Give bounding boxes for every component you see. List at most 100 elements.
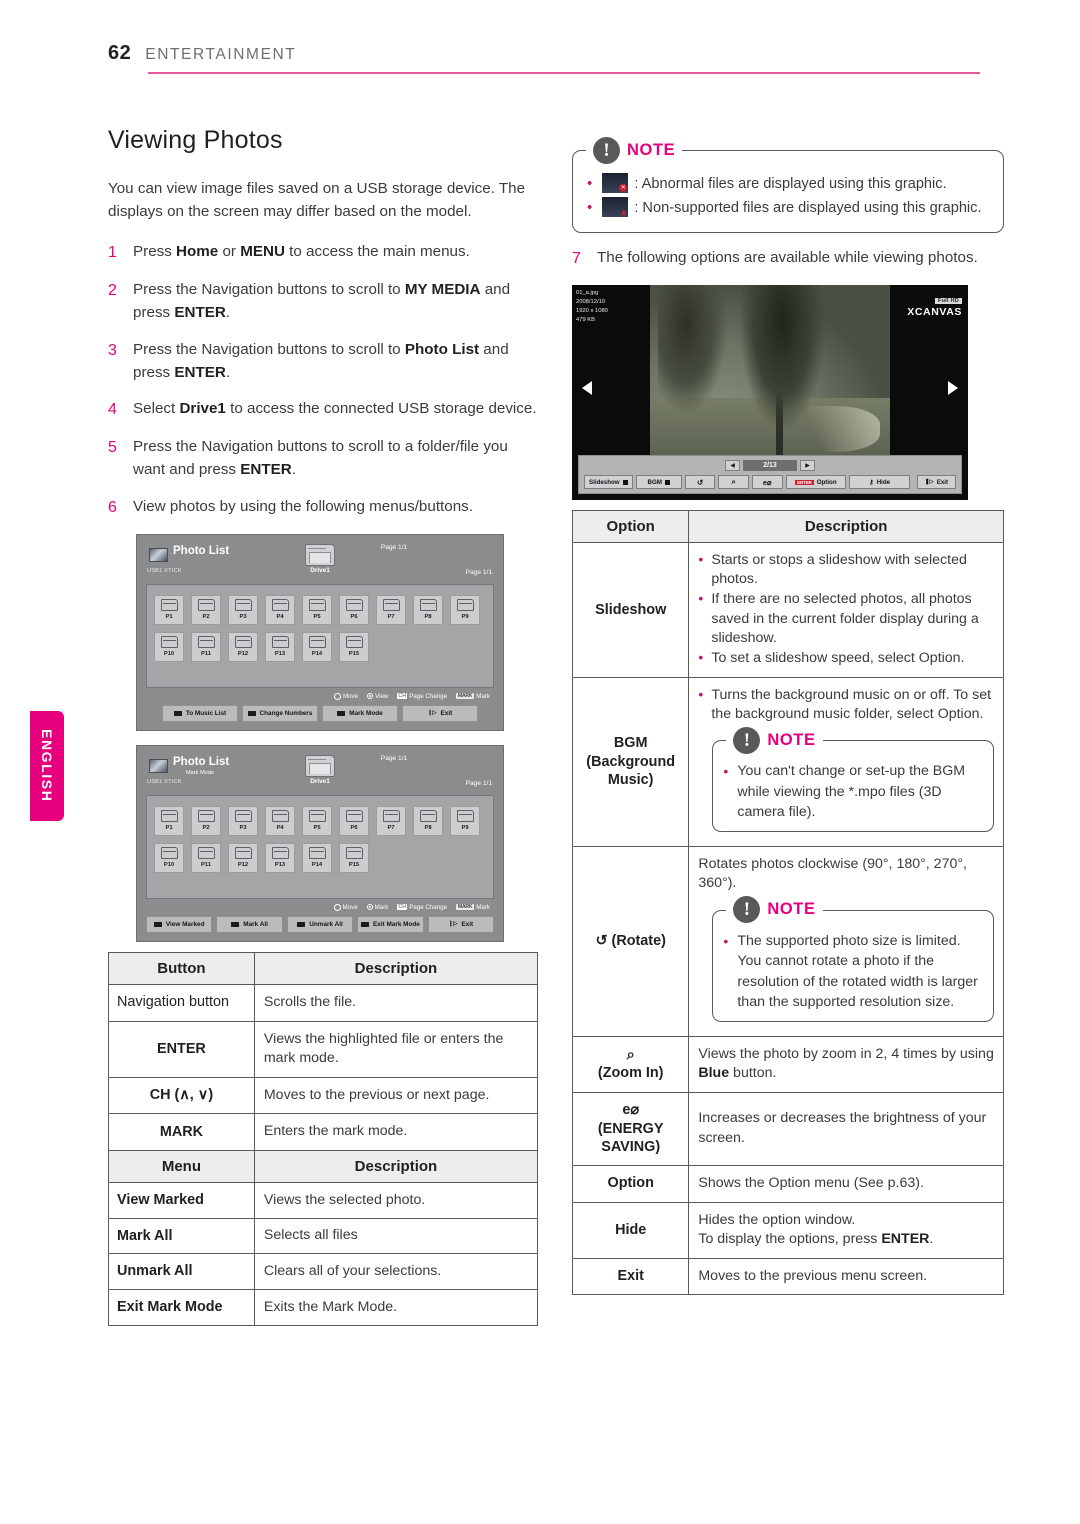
tv-soft-button[interactable]: ❙▷ Exit bbox=[402, 704, 478, 722]
photo-list-hints-2: Move Mark CH Page Change MARK Mark bbox=[146, 899, 494, 916]
viewer-button-rotate-icon[interactable]: ↺ bbox=[684, 475, 716, 489]
viewer-button-exit[interactable]: ❚▷ Exit bbox=[917, 475, 956, 489]
photo-thumbnail[interactable]: P14 bbox=[302, 842, 332, 873]
tv-soft-button[interactable]: Mark Mode bbox=[322, 704, 398, 722]
photo-thumbnail[interactable]: P9 bbox=[450, 805, 480, 836]
table-header-row: Button Description bbox=[108, 951, 539, 985]
row-value: Views the selected photo. bbox=[253, 1181, 539, 1219]
photo-thumbnail[interactable]: P4 bbox=[265, 805, 295, 836]
hint-item: CH Page Change bbox=[397, 904, 447, 911]
pager-next-button[interactable]: ▶ bbox=[800, 460, 815, 471]
photo-thumbnail[interactable]: P6 bbox=[339, 594, 369, 625]
photo-thumbnail[interactable]: P2 bbox=[191, 805, 221, 836]
tv-soft-button[interactable]: Exit Mark Mode bbox=[357, 915, 424, 933]
viewer-button-zoom-in-icon[interactable]: ⌕ bbox=[718, 475, 749, 489]
viewer-button-slideshow[interactable]: Slideshow bbox=[584, 475, 633, 489]
row-key: Exit bbox=[571, 1257, 690, 1296]
step-text: Press the Navigation buttons to scroll t… bbox=[133, 340, 509, 381]
folder-icon bbox=[160, 809, 178, 822]
tv-soft-button[interactable]: Change Numbers bbox=[242, 704, 318, 722]
folder-icon bbox=[197, 598, 215, 611]
photo-thumbnail[interactable]: P15 bbox=[339, 842, 369, 873]
row-text: Views the photo by zoom in 2, 4 times by… bbox=[698, 1045, 994, 1082]
photo-thumbnail[interactable]: P10 bbox=[154, 842, 184, 873]
viewer-button-bgm[interactable]: BGM bbox=[635, 475, 682, 489]
photo-thumbnail[interactable]: P2 bbox=[191, 594, 221, 625]
thumbnail-label: P10 bbox=[163, 650, 175, 657]
viewer-button-option[interactable]: ENTER Option bbox=[785, 475, 847, 489]
table-header-row: Option Description bbox=[571, 510, 1004, 543]
folder-icon bbox=[345, 809, 363, 822]
photo-thumbnail[interactable]: P5 bbox=[302, 805, 332, 836]
viewer-button-hide[interactable]: ⚷ Hide bbox=[849, 475, 910, 489]
th-description: Description bbox=[688, 510, 1004, 543]
exclamation-icon: ! bbox=[733, 896, 761, 924]
step-number: 4 bbox=[108, 401, 117, 419]
thumbnail-label: P12 bbox=[237, 861, 249, 868]
folder-icon bbox=[271, 598, 289, 611]
row-key: e⌀ (ENERGY SAVING) bbox=[571, 1091, 690, 1166]
note-label: NOTE bbox=[627, 140, 676, 159]
photo-thumbnail[interactable]: P6 bbox=[339, 805, 369, 836]
photo-thumbnail[interactable]: P8 bbox=[413, 594, 443, 625]
photo-thumbnail[interactable]: P12 bbox=[228, 842, 258, 873]
photo-thumbnail[interactable]: P3 bbox=[228, 805, 258, 836]
thumbnail-label: P9 bbox=[461, 613, 469, 620]
photo-thumbnail[interactable]: P1 bbox=[154, 594, 184, 625]
file-size: 479 KB bbox=[576, 316, 596, 323]
photo-canvas bbox=[650, 285, 890, 460]
photo-thumbnail[interactable]: P10 bbox=[154, 631, 184, 662]
photo-thumbnail[interactable]: P13 bbox=[265, 842, 295, 873]
pager-prev-button[interactable]: ◀ bbox=[725, 460, 740, 471]
viewer-button-energy-saving-icon[interactable]: e⌀ bbox=[751, 475, 783, 489]
viewer-button-label: BGM bbox=[647, 478, 662, 486]
thumbnail-label: P5 bbox=[313, 824, 321, 831]
folder-icon bbox=[271, 846, 289, 859]
photo-thumbnail[interactable]: P14 bbox=[302, 631, 332, 662]
tv-soft-button[interactable]: View Marked bbox=[146, 915, 213, 933]
step-item: 7 The following options are available wh… bbox=[572, 247, 1004, 271]
next-photo-arrow-icon[interactable] bbox=[948, 381, 958, 395]
photo-thumbnail[interactable]: P1 bbox=[154, 805, 184, 836]
bullet-icon: • bbox=[723, 932, 729, 949]
tv-soft-button[interactable]: Mark All bbox=[216, 915, 283, 933]
photo-thumbnail[interactable]: P3 bbox=[228, 594, 258, 625]
table-row: ↺ (Rotate) Rotates photos clockwise (90°,… bbox=[571, 845, 1004, 1037]
row-key: ENTER bbox=[108, 1020, 255, 1078]
previous-photo-arrow-icon[interactable] bbox=[582, 381, 592, 395]
photo-list-screen-2: Photo List Mark Mode USB1 XTICK Page 1/1… bbox=[136, 744, 504, 942]
photo-thumbnail[interactable]: P8 bbox=[413, 805, 443, 836]
row-value: Rotates photos clockwise (90°, 180°, 270… bbox=[688, 845, 1004, 1037]
photo-thumbnail[interactable]: P7 bbox=[376, 594, 406, 625]
abnormal-file-thumb-icon: ✕ bbox=[602, 173, 629, 193]
thumbnail-label: P14 bbox=[311, 650, 323, 657]
photo-thumbnail[interactable]: P11 bbox=[191, 842, 221, 873]
photo-thumbnail[interactable]: P13 bbox=[265, 631, 295, 662]
photo-thumbnail[interactable]: P15 bbox=[339, 631, 369, 662]
hint-item: Move bbox=[333, 692, 358, 700]
photo-thumbnail[interactable]: P7 bbox=[376, 805, 406, 836]
tv-soft-button[interactable]: Unmark All bbox=[286, 915, 354, 933]
th-button: Button bbox=[108, 951, 255, 985]
table-row: Navigation button Scrolls the file. bbox=[108, 983, 539, 1022]
photo-thumbnail[interactable]: P11 bbox=[191, 631, 221, 662]
tv-soft-button-label: Exit Mark Mode bbox=[372, 920, 420, 928]
exclamation-icon: ! bbox=[733, 726, 761, 754]
tv-soft-button[interactable]: ❙▷ Exit bbox=[427, 915, 495, 933]
tv-soft-button[interactable]: To Music List bbox=[162, 704, 238, 722]
photo-thumbnail[interactable]: P9 bbox=[450, 594, 480, 625]
thumbnail-label: P7 bbox=[387, 613, 395, 620]
drive-folder-1[interactable]: Drive1 bbox=[302, 543, 338, 574]
photo-thumbnail[interactable]: P5 bbox=[302, 594, 332, 625]
rotate-icon: ↺ bbox=[696, 477, 704, 487]
step-item: 5 Press the Navigation buttons to scroll … bbox=[108, 436, 538, 482]
photo-thumbnail[interactable]: P4 bbox=[265, 594, 295, 625]
thumbnail-label: P1 bbox=[165, 824, 173, 831]
photo-list-title-2: Photo List bbox=[173, 755, 230, 768]
folder-icon bbox=[234, 846, 252, 859]
photo-thumbnail[interactable]: P12 bbox=[228, 631, 258, 662]
drive-folder-2[interactable]: Drive1 bbox=[302, 754, 338, 785]
thumb-row-2b: P10 P11 P12 P13 P14 P15 bbox=[154, 842, 486, 873]
table-row: e⌀ (ENERGY SAVING) Increases or decreases t… bbox=[571, 1091, 1004, 1166]
photo-tree-left bbox=[658, 285, 728, 415]
